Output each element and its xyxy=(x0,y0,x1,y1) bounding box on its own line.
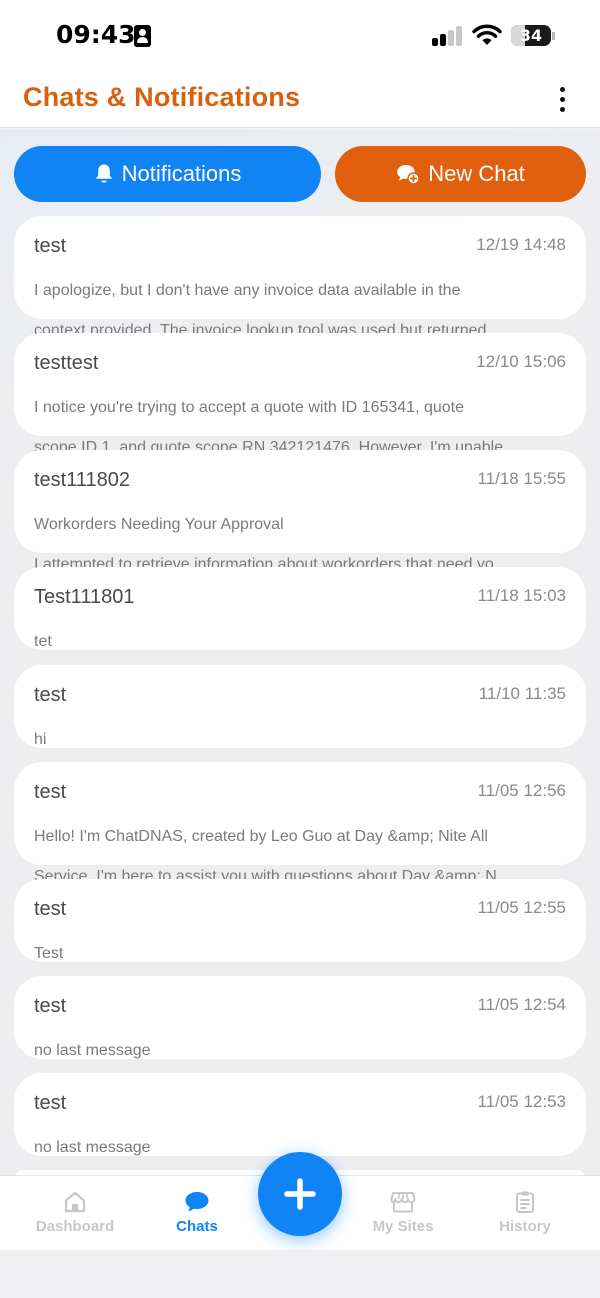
nav-label: History xyxy=(499,1218,551,1235)
wifi-icon xyxy=(472,24,502,45)
new-chat-button[interactable]: New Chat xyxy=(335,146,586,202)
chat-preview: hi xyxy=(34,710,566,770)
chat-list-item[interactable]: test 11/05 12:55 Test xyxy=(14,879,586,962)
notifications-button-label: Notifications xyxy=(121,161,242,186)
chat-title: test xyxy=(34,995,67,1017)
chat-title: test xyxy=(34,684,67,706)
chat-preview-line: hi xyxy=(34,731,47,748)
chat-title: test xyxy=(34,781,67,803)
chat-title: test111802 xyxy=(34,469,131,491)
battery-icon: 34 xyxy=(511,25,551,46)
notifications-button[interactable]: Notifications xyxy=(14,146,321,202)
chat-timestamp: 11/05 12:53 xyxy=(477,1092,566,1111)
chat-timestamp: 12/10 15:06 xyxy=(476,352,566,371)
chat-preview: no last message xyxy=(34,1021,566,1081)
chat-bubble-icon xyxy=(185,1192,209,1212)
nav-label: Dashboard xyxy=(35,1218,115,1235)
status-time: 09:43 xyxy=(56,20,136,49)
more-vertical-icon xyxy=(559,86,565,92)
battery-percent: 34 xyxy=(519,26,543,45)
chat-list-item[interactable]: testtest 12/10 15:06 I notice you're try… xyxy=(14,333,586,456)
nav-label: My Sites xyxy=(372,1218,434,1235)
nav-item-my-sites[interactable]: My Sites xyxy=(343,1190,463,1235)
chat-list-item[interactable]: test111802 11/18 15:55 Workorders Needin… xyxy=(14,450,586,573)
chat-title: testtest xyxy=(34,352,99,374)
chat-preview: Test xyxy=(34,924,566,984)
bell-icon xyxy=(95,164,112,183)
chat-preview: tet xyxy=(34,612,566,672)
chat-title: test xyxy=(34,1092,67,1114)
chat-title: Test111801 xyxy=(34,586,135,608)
app-header: Chats & Notifications xyxy=(0,70,600,128)
new-chat-button-label: New Chat xyxy=(428,161,525,186)
chat-list-item[interactable]: test 11/05 12:54 no last message xyxy=(14,976,586,1059)
more-vertical-icon-dot xyxy=(559,106,565,112)
chat-title: test xyxy=(34,235,67,257)
more-vertical-icon-dot xyxy=(559,96,565,102)
chat-timestamp: 11/18 15:55 xyxy=(477,469,566,488)
storefront-icon xyxy=(390,1192,416,1213)
status-bar: 09:43 34 xyxy=(0,0,600,70)
signal-icon xyxy=(432,26,464,46)
chat-list-item[interactable]: test 12/19 14:48 I apologize, but I don'… xyxy=(14,216,586,339)
chat-list-item[interactable]: test 11/10 11:35 hi xyxy=(14,665,586,748)
chat-timestamp: 11/05 12:54 xyxy=(477,995,566,1014)
battery-cap xyxy=(552,32,555,40)
chat-preview-line: Hello! I'm ChatDNAS, created by Leo Guo … xyxy=(34,828,488,845)
chat-list-item[interactable]: test 11/05 12:53 no last message xyxy=(14,1073,586,1156)
chat-title: test xyxy=(34,898,67,920)
nav-label: Chats xyxy=(176,1218,218,1235)
chat-preview-line: I apologize, but I don't have any invoic… xyxy=(34,282,461,299)
nav-item-history[interactable]: History xyxy=(465,1190,585,1235)
nav-item-chats[interactable]: Chats xyxy=(137,1190,257,1235)
chat-add-icon xyxy=(397,165,420,185)
home-indicator-area xyxy=(0,1250,600,1298)
chat-timestamp: 11/10 11:35 xyxy=(478,684,566,703)
chat-list-item[interactable]: test 11/05 12:56 Hello! I'm ChatDNAS, cr… xyxy=(14,762,586,885)
chat-timestamp: 11/05 12:56 xyxy=(477,781,566,800)
nav-item-dashboard[interactable]: Dashboard xyxy=(15,1190,135,1235)
chat-timestamp: 12/19 14:48 xyxy=(476,235,566,254)
home-icon xyxy=(64,1191,86,1213)
chat-preview-line: no last message xyxy=(34,1042,151,1059)
chat-preview-line: Workorders Needing Your Approval xyxy=(34,516,284,533)
plus-icon xyxy=(284,1178,316,1210)
chat-timestamp: 11/05 12:55 xyxy=(477,898,566,917)
chat-preview-line: I notice you're trying to accept a quote… xyxy=(34,399,464,416)
page-title: Chats & Notifications xyxy=(23,82,301,112)
chat-timestamp: 11/18 15:03 xyxy=(477,586,566,605)
new-chat-fab[interactable] xyxy=(258,1152,342,1236)
more-options-button[interactable] xyxy=(546,82,578,116)
chat-list-item[interactable]: Test111801 11/18 15:03 tet xyxy=(14,567,586,650)
chat-preview-line: tet xyxy=(34,633,52,650)
contact-card-icon xyxy=(134,25,151,47)
chat-preview-line: Test xyxy=(34,945,64,962)
clipboard-icon xyxy=(516,1191,534,1213)
